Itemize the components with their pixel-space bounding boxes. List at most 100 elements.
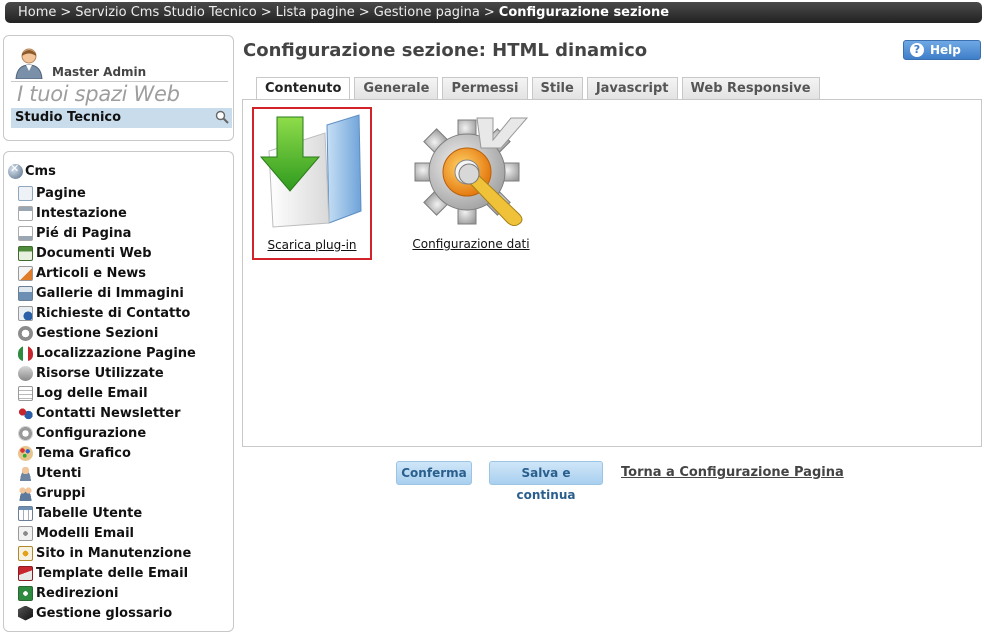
footer-icon bbox=[18, 225, 33, 241]
sidebar-item-contatti-newsletter[interactable]: Contatti Newsletter bbox=[18, 403, 196, 423]
cms-icon bbox=[8, 162, 23, 179]
sections-icon bbox=[18, 325, 33, 341]
breadcrumb-page-management[interactable]: Gestione pagina bbox=[374, 5, 480, 20]
question-icon: ? bbox=[910, 43, 924, 57]
localization-icon bbox=[18, 345, 33, 361]
group-icon bbox=[18, 485, 33, 501]
tab-contenuto[interactable]: Contenuto bbox=[256, 77, 351, 101]
sidebar-item-label: Pagine bbox=[36, 185, 86, 201]
save-continue-button[interactable]: Salva e continua bbox=[489, 461, 603, 502]
sidebar-item-label: Gestione Sezioni bbox=[36, 325, 159, 341]
sidebar-item-label: Modelli Email bbox=[36, 525, 134, 541]
sidebar-item-label: Intestazione bbox=[36, 205, 127, 221]
tab-generale[interactable]: Generale bbox=[354, 77, 439, 100]
mail-icon bbox=[18, 565, 33, 581]
header-icon bbox=[18, 205, 33, 221]
tile-label[interactable]: Scarica plug-in bbox=[254, 238, 370, 252]
sidebar-item-label: Articoli e News bbox=[36, 265, 147, 281]
sidebar-item-label: Gestione glossario bbox=[36, 605, 173, 621]
news-icon bbox=[18, 265, 33, 281]
help-button[interactable]: ? Help bbox=[903, 40, 981, 60]
tab-permessi[interactable]: Permessi bbox=[442, 77, 528, 100]
sidebar-menu: Cms Pagine Intestazione Pié di Pagina Do… bbox=[3, 151, 234, 632]
sidebar-item-richieste-contatto[interactable]: Richieste di Contatto bbox=[18, 303, 196, 323]
breadcrumb-separator: > bbox=[483, 5, 495, 20]
spaces-title: I tuoi spazi Web bbox=[17, 82, 180, 106]
sidebar-item-label: Pié di Pagina bbox=[36, 225, 132, 241]
gallery-icon bbox=[18, 285, 33, 301]
breadcrumb-service[interactable]: Servizio Cms Studio Tecnico bbox=[75, 5, 256, 20]
breadcrumb-separator: > bbox=[260, 5, 272, 20]
redirect-icon bbox=[18, 585, 33, 601]
sidebar-item-label: Tema Grafico bbox=[36, 445, 131, 461]
help-label: Help bbox=[930, 43, 961, 57]
sidebar-item-template-email[interactable]: Template delle Email bbox=[18, 563, 196, 583]
table-icon bbox=[18, 505, 33, 521]
sidebar-item-label: Gallerie di Immagini bbox=[36, 285, 184, 301]
space-selector[interactable]: Studio Tecnico bbox=[11, 108, 232, 128]
search-icon[interactable] bbox=[215, 110, 229, 124]
user-name: Master Admin bbox=[52, 65, 147, 79]
sidebar-item-articoli-news[interactable]: Articoli e News bbox=[18, 263, 196, 283]
config-tools-icon bbox=[407, 110, 535, 227]
email-log-icon bbox=[18, 385, 33, 401]
tab-stile[interactable]: Stile bbox=[531, 77, 583, 100]
download-folder-icon bbox=[257, 111, 367, 229]
sidebar-item-tema-grafico[interactable]: Tema Grafico bbox=[18, 443, 196, 463]
sidebar-item-glossario[interactable]: Gestione glossario bbox=[18, 603, 196, 623]
sidebar-item-utenti[interactable]: Utenti bbox=[18, 463, 196, 483]
breadcrumb-current: Configurazione sezione bbox=[498, 5, 670, 20]
sidebar-item-label: Risorse Utilizzate bbox=[36, 365, 164, 381]
sidebar-item-gestione-sezioni[interactable]: Gestione Sezioni bbox=[18, 323, 196, 343]
sidebar-item-label: Utenti bbox=[36, 465, 82, 481]
sidebar-item-label: Localizzazione Pagine bbox=[36, 345, 196, 361]
breadcrumb-home[interactable]: Home bbox=[18, 5, 56, 20]
sidebar-list: Pagine Intestazione Pié di Pagina Docume… bbox=[18, 183, 196, 623]
sidebar-root-label: Cms bbox=[25, 164, 56, 179]
contact-request-icon bbox=[18, 305, 33, 321]
breadcrumb-page-list[interactable]: Lista pagine bbox=[276, 5, 355, 20]
tab-web-responsive[interactable]: Web Responsive bbox=[681, 77, 820, 100]
page-title: Configurazione sezione: HTML dinamico bbox=[243, 40, 648, 61]
avatar-icon bbox=[14, 47, 44, 80]
selected-space: Studio Tecnico bbox=[15, 110, 122, 125]
sidebar-item-intestazione[interactable]: Intestazione bbox=[18, 203, 196, 223]
page-icon bbox=[18, 185, 33, 201]
sidebar-item-tabelle-utente[interactable]: Tabelle Utente bbox=[18, 503, 196, 523]
breadcrumb: Home > Servizio Cms Studio Tecnico > Lista p… bbox=[5, 2, 982, 23]
sidebar-item-gallerie[interactable]: Gallerie di Immagini bbox=[18, 283, 196, 303]
sidebar-item-label: Contatti Newsletter bbox=[36, 405, 181, 421]
sidebar-item-configurazione[interactable]: Configurazione bbox=[18, 423, 196, 443]
sidebar-item-label: Sito in Manutenzione bbox=[36, 545, 192, 561]
sidebar-item-documenti-web[interactable]: Documenti Web bbox=[18, 243, 196, 263]
sidebar-item-pagine[interactable]: Pagine bbox=[18, 183, 196, 203]
sidebar-item-label: Configurazione bbox=[36, 425, 147, 441]
email-template-icon bbox=[18, 525, 33, 541]
breadcrumb-separator: > bbox=[358, 5, 370, 20]
user-row: Master Admin bbox=[14, 45, 147, 80]
sidebar-item-manutenzione[interactable]: Sito in Manutenzione bbox=[18, 543, 196, 563]
tab-javascript[interactable]: Javascript bbox=[586, 77, 678, 100]
gear-icon bbox=[18, 425, 33, 441]
breadcrumb-separator: > bbox=[60, 5, 72, 20]
tile-label[interactable]: Configurazione dati bbox=[405, 237, 537, 251]
tab-bar: Contenuto Generale Permessi Stile Javasc… bbox=[256, 77, 824, 101]
sidebar-item-redirezioni[interactable]: Redirezioni bbox=[18, 583, 196, 603]
sidebar-item-modelli-email[interactable]: Modelli Email bbox=[18, 523, 196, 543]
sidebar-item-gruppi[interactable]: Gruppi bbox=[18, 483, 196, 503]
sidebar-item-label: Richieste di Contatto bbox=[36, 305, 191, 321]
maintenance-icon bbox=[18, 545, 33, 561]
sidebar-item-pie-di-pagina[interactable]: Pié di Pagina bbox=[18, 223, 196, 243]
sidebar-item-risorse[interactable]: Risorse Utilizzate bbox=[18, 363, 196, 383]
sidebar-item-localizzazione[interactable]: Localizzazione Pagine bbox=[18, 343, 196, 363]
sidebar-root-cms[interactable]: Cms bbox=[8, 162, 56, 179]
confirm-button[interactable]: Conferma bbox=[396, 461, 472, 485]
download-plugin-tile[interactable]: Scarica plug-in bbox=[252, 107, 372, 260]
back-to-page-config-link[interactable]: Torna a Configurazione Pagina bbox=[621, 465, 844, 480]
sidebar-item-label: Tabelle Utente bbox=[36, 505, 143, 521]
data-config-tile[interactable]: Configurazione dati bbox=[405, 110, 537, 256]
user-panel: Master Admin I tuoi spazi Web Studio Tec… bbox=[3, 35, 234, 141]
user-icon bbox=[18, 465, 33, 481]
sidebar-item-log-email[interactable]: Log delle Email bbox=[18, 383, 196, 403]
glossary-icon bbox=[18, 605, 33, 621]
